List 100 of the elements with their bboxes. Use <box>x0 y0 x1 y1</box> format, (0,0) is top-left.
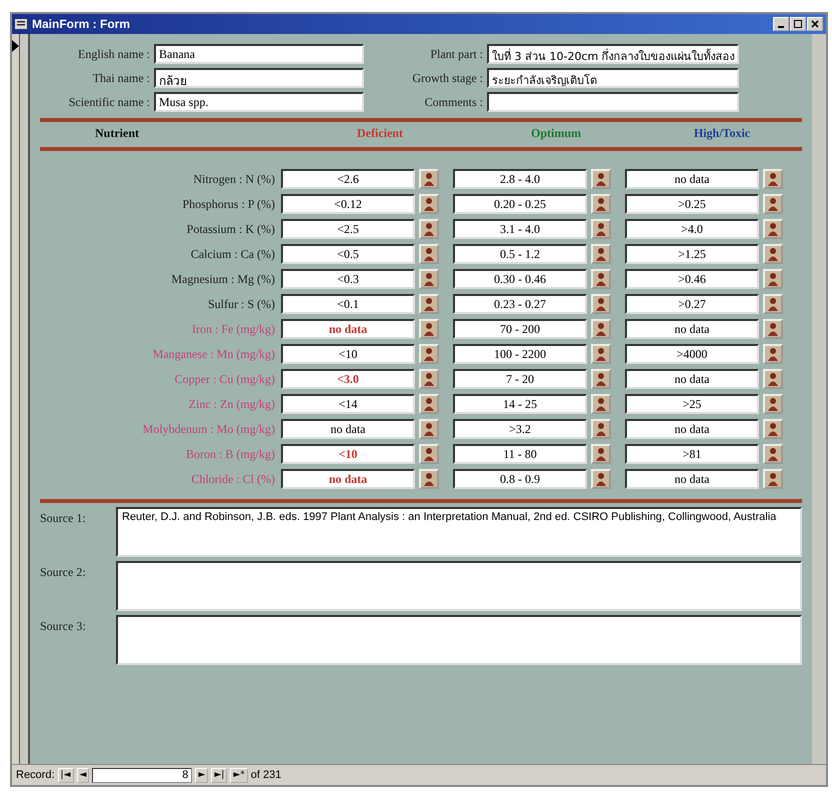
value-text: >1.25 <box>678 247 706 261</box>
close-button[interactable] <box>807 17 823 31</box>
value-field[interactable]: <2.5 <box>281 219 415 239</box>
value-field[interactable]: 3.1 - 4.0 <box>453 219 587 239</box>
value-field[interactable]: 2.8 - 4.0 <box>453 169 587 189</box>
figure-button[interactable] <box>419 294 439 314</box>
field-label: Plant part : <box>429 46 483 62</box>
figure-button[interactable] <box>763 219 783 239</box>
text-field[interactable]: กล้วย <box>154 68 364 88</box>
figure-button[interactable] <box>419 219 439 239</box>
last-record-button[interactable]: ►| <box>211 768 228 782</box>
value-field[interactable]: >81 <box>625 444 759 464</box>
figure-button[interactable] <box>763 394 783 414</box>
value-field[interactable]: 70 - 200 <box>453 319 587 339</box>
value-field[interactable]: >4.0 <box>625 219 759 239</box>
value-field[interactable]: 0.23 - 0.27 <box>453 294 587 314</box>
figure-button[interactable] <box>591 419 611 439</box>
value-field[interactable]: no data <box>281 319 415 339</box>
figure-button[interactable] <box>763 319 783 339</box>
value-field[interactable]: no data <box>625 169 759 189</box>
figure-button[interactable] <box>419 244 439 264</box>
source-field[interactable] <box>116 615 802 665</box>
value-field[interactable]: no data <box>625 419 759 439</box>
figure-button[interactable] <box>419 394 439 414</box>
figure-button[interactable] <box>591 269 611 289</box>
value-field[interactable]: <10 <box>281 344 415 364</box>
figure-button[interactable] <box>763 244 783 264</box>
figure-button[interactable] <box>419 469 439 489</box>
figure-button[interactable] <box>419 319 439 339</box>
figure-button[interactable] <box>591 469 611 489</box>
value-field[interactable]: >3.2 <box>453 419 587 439</box>
figure-button[interactable] <box>763 419 783 439</box>
figure-button[interactable] <box>591 369 611 389</box>
value-field[interactable]: >0.25 <box>625 194 759 214</box>
value-field[interactable]: 100 - 2200 <box>453 344 587 364</box>
figure-button[interactable] <box>591 244 611 264</box>
value-field[interactable]: >0.46 <box>625 269 759 289</box>
first-record-button[interactable]: |◄ <box>58 768 74 782</box>
value-field[interactable]: <10 <box>281 444 415 464</box>
figure-button[interactable] <box>419 444 439 464</box>
figure-button[interactable] <box>591 294 611 314</box>
figure-button[interactable] <box>591 319 611 339</box>
value-field[interactable]: 0.8 - 0.9 <box>453 469 587 489</box>
value-field[interactable]: >0.27 <box>625 294 759 314</box>
value-field[interactable]: no data <box>625 469 759 489</box>
figure-button[interactable] <box>591 194 611 214</box>
figure-button[interactable] <box>419 369 439 389</box>
form-icon <box>15 19 27 29</box>
value-field[interactable]: no data <box>281 419 415 439</box>
figure-button[interactable] <box>763 269 783 289</box>
next-record-button[interactable]: ► <box>195 768 208 782</box>
value-field[interactable]: 0.5 - 1.2 <box>453 244 587 264</box>
value-field[interactable]: 0.20 - 0.25 <box>453 194 587 214</box>
figure-button[interactable] <box>591 444 611 464</box>
value-text: 70 - 200 <box>500 322 540 336</box>
value-field[interactable]: >1.25 <box>625 244 759 264</box>
figure-button[interactable] <box>419 194 439 214</box>
source-field[interactable] <box>116 561 802 611</box>
source-field[interactable]: Reuter, D.J. and Robinson, J.B. eds. 1997 Plant Analysis : an Interpretation Manual, 2nd ed. CSIRO Publishing, Collingwood, Australia <box>116 507 802 557</box>
value-field[interactable]: <0.1 <box>281 294 415 314</box>
text-field[interactable]: Banana <box>154 44 364 64</box>
figure-button[interactable] <box>419 269 439 289</box>
minimize-button[interactable] <box>773 17 789 31</box>
figure-button[interactable] <box>591 344 611 364</box>
figure-button[interactable] <box>419 169 439 189</box>
figure-button[interactable] <box>591 394 611 414</box>
value-field[interactable]: <2.6 <box>281 169 415 189</box>
figure-button[interactable] <box>763 169 783 189</box>
value-field[interactable]: >4000 <box>625 344 759 364</box>
value-field[interactable]: <0.3 <box>281 269 415 289</box>
value-field[interactable]: no data <box>625 369 759 389</box>
value-field[interactable]: no data <box>625 319 759 339</box>
figure-button[interactable] <box>763 369 783 389</box>
value-field[interactable]: no data <box>281 469 415 489</box>
figure-button[interactable] <box>591 219 611 239</box>
record-number-field[interactable]: 8 <box>92 768 192 782</box>
figure-button[interactable] <box>763 344 783 364</box>
value-field[interactable]: 11 - 80 <box>453 444 587 464</box>
value-field[interactable]: <14 <box>281 394 415 414</box>
value-field[interactable]: 7 - 20 <box>453 369 587 389</box>
value-field[interactable]: 0.30 - 0.46 <box>453 269 587 289</box>
figure-button[interactable] <box>591 169 611 189</box>
maximize-button[interactable] <box>790 17 806 31</box>
previous-record-button[interactable]: ◄ <box>76 768 90 782</box>
figure-button[interactable] <box>419 419 439 439</box>
figure-button[interactable] <box>763 194 783 214</box>
value-field[interactable]: 14 - 25 <box>453 394 587 414</box>
figure-button[interactable] <box>763 444 783 464</box>
record-selector[interactable] <box>12 34 20 764</box>
text-field[interactable]: ใบที่ 3 ส่วน 10-20cm กึ่งกลางใบของแผ่นใบทั้งสอง <box>487 44 739 64</box>
figure-button[interactable] <box>763 469 783 489</box>
figure-button[interactable] <box>763 294 783 314</box>
new-record-button[interactable]: ►* <box>230 768 248 782</box>
value-field[interactable]: <0.12 <box>281 194 415 214</box>
value-field[interactable]: >25 <box>625 394 759 414</box>
text-field[interactable]: Musa spp. <box>154 92 364 112</box>
text-field[interactable] <box>487 92 739 112</box>
figure-button[interactable] <box>419 344 439 364</box>
value-field[interactable]: <3.0 <box>281 369 415 389</box>
value-field[interactable]: <0.5 <box>281 244 415 264</box>
